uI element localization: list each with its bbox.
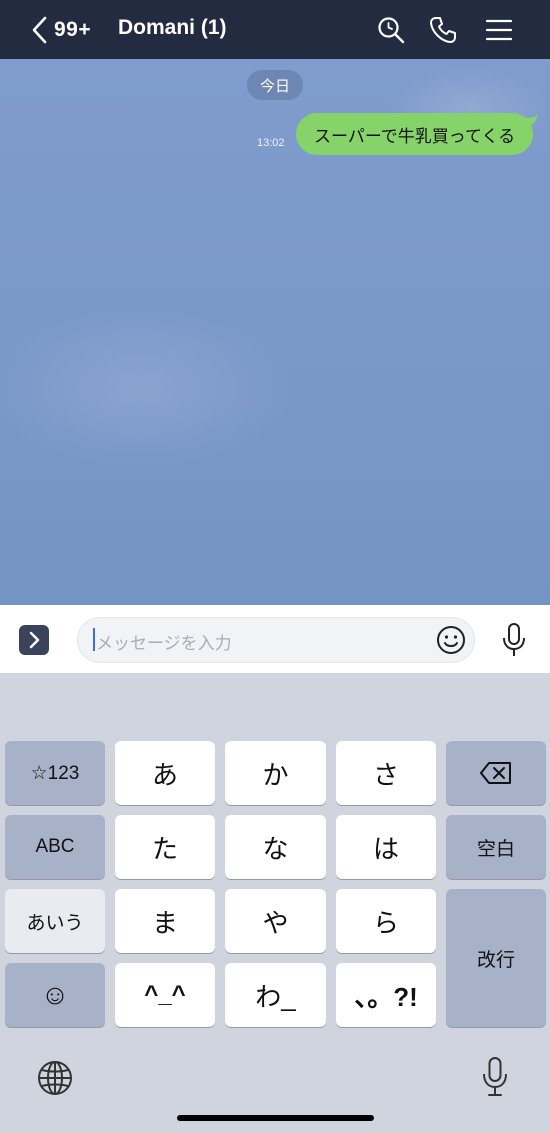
message-time: 13:02 <box>257 137 285 149</box>
emoji-button[interactable] <box>435 624 467 656</box>
menu-icon <box>485 19 513 41</box>
message-bubble[interactable]: スーパーで牛乳買ってくる <box>296 113 534 155</box>
microphone-icon <box>503 623 525 656</box>
key-sa[interactable]: さ <box>336 741 436 805</box>
backspace-icon <box>480 762 511 784</box>
key-wa[interactable]: わ_ <box>225 963 326 1027</box>
space-key[interactable]: 空白 <box>446 815 546 879</box>
return-key[interactable]: 改行 <box>446 889 546 1027</box>
key-emoji[interactable]: ☺ <box>5 963 105 1027</box>
key-na[interactable]: な <box>225 815 326 879</box>
dictation-button[interactable] <box>481 1056 509 1098</box>
message-input-placeholder: メッセージを入力 <box>96 634 232 653</box>
chat-title: Domani (1) <box>118 16 227 39</box>
key-ka[interactable]: か <box>225 741 326 805</box>
key-punctuation[interactable]: 、。?! <box>336 963 436 1027</box>
emoji-icon <box>437 626 465 654</box>
key-a[interactable]: あ <box>115 741 215 805</box>
key-ha[interactable]: は <box>336 815 436 879</box>
chevron-left-icon <box>32 16 47 44</box>
home-indicator[interactable] <box>177 1115 374 1121</box>
bubble-tail <box>524 115 538 129</box>
key-ya[interactable]: や <box>225 889 326 953</box>
key-kaomoji[interactable]: ^_^ <box>115 963 215 1027</box>
switch-keyboard-button[interactable] <box>37 1060 73 1096</box>
key-kana[interactable]: あいう <box>5 889 105 953</box>
back-button[interactable]: 99+ <box>30 14 91 46</box>
search-icon <box>378 17 405 44</box>
chat-header: 99+ Domani (1) <box>0 0 550 59</box>
date-separator: 今日 <box>247 70 303 100</box>
call-button[interactable] <box>428 15 458 45</box>
key-numbers[interactable]: ☆123 <box>5 741 105 805</box>
text-cursor <box>93 628 95 651</box>
voice-button[interactable] <box>500 622 528 658</box>
key-ta[interactable]: た <box>115 815 215 879</box>
delete-key[interactable] <box>446 741 546 805</box>
expand-button[interactable] <box>19 625 49 655</box>
key-ma[interactable]: ま <box>115 889 215 953</box>
unread-count: 99+ <box>54 18 92 41</box>
menu-button[interactable] <box>484 15 514 45</box>
expand-arrow-icon <box>29 631 40 649</box>
globe-icon <box>38 1061 72 1095</box>
key-ra[interactable]: ら <box>336 889 436 953</box>
key-abc[interactable]: ABC <box>5 815 105 879</box>
search-button[interactable] <box>376 15 406 45</box>
phone-icon <box>430 17 456 43</box>
dictation-microphone-icon <box>483 1057 507 1096</box>
chat-area[interactable]: 今日 13:02 スーパーで牛乳買ってくる <box>0 59 550 605</box>
